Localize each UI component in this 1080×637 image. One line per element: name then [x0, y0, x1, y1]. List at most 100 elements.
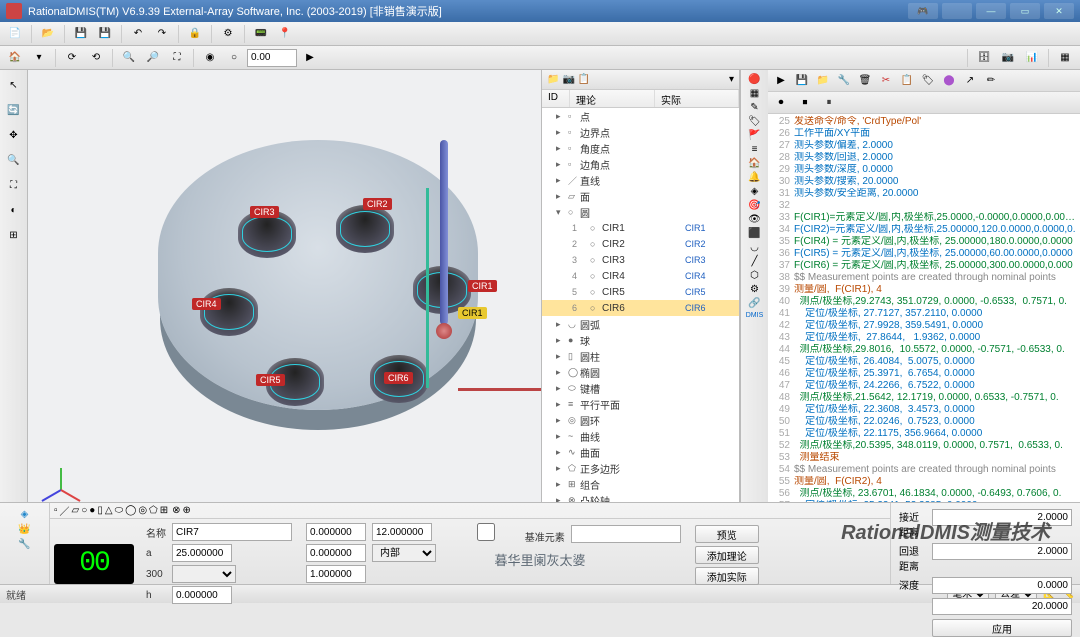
sp-icon[interactable]: ●: [89, 505, 95, 516]
code-line[interactable]: 35F(CIR4) = 元素定义/圆,内,极坐标, 25.00000,180.0…: [770, 236, 1078, 248]
inner-select[interactable]: 内部: [372, 544, 436, 562]
stop-icon[interactable]: ⏹: [796, 94, 814, 112]
code-line[interactable]: 48 测点/极坐标,21.5642, 12.1719, 0.0000, 0.65…: [770, 392, 1078, 404]
code-line[interactable]: 40 测点/极坐标,29.2743, 351.0729, 0.0000, -0.…: [770, 296, 1078, 308]
name-input[interactable]: [172, 523, 292, 541]
tree-item[interactable]: ▸≡平行平面: [542, 396, 739, 412]
probe-icon[interactable]: 📍: [274, 24, 296, 44]
save2-icon[interactable]: 💾: [793, 72, 811, 90]
z2-input[interactable]: [306, 544, 366, 562]
code-line[interactable]: 47 定位/极坐标, 24.2266, 6.7522, 0.0000: [770, 380, 1078, 392]
tree-item[interactable]: ▸▱面: [542, 188, 739, 204]
pl-icon[interactable]: ▱: [72, 505, 80, 516]
retract-input[interactable]: [932, 543, 1072, 560]
cube2-icon[interactable]: ◈: [21, 509, 29, 520]
dropdown-icon[interactable]: ▾: [28, 48, 50, 68]
rec-icon[interactable]: ⏺: [772, 94, 790, 112]
home2-icon[interactable]: 🏠: [748, 158, 760, 169]
maximize-button[interactable]: ▭: [1010, 3, 1040, 19]
tree-item[interactable]: ▸▫边界点: [542, 124, 739, 140]
tree-body[interactable]: ▸▫点▸▫边界点▸▫角度点▸▫边角点▸／直线▸▱面▾○圆1○CIR1CIR12○…: [542, 108, 739, 502]
tree-child[interactable]: 6○CIR6CIR6: [542, 300, 739, 316]
code-line[interactable]: 37F(CIR6) = 元素定义/圆,内,极坐标, 25.00000,300.0…: [770, 260, 1078, 272]
open-icon[interactable]: 📂: [37, 24, 59, 44]
z3-input[interactable]: [306, 565, 366, 583]
link-icon[interactable]: 🔗: [748, 298, 760, 309]
pause-icon[interactable]: ⏸: [820, 94, 838, 112]
zoom-out-icon[interactable]: 🔎: [142, 48, 164, 68]
tree-item[interactable]: ▸◡圆弧: [542, 316, 739, 332]
window-icon[interactable]: ⛶: [3, 174, 25, 196]
code-line[interactable]: 46 定位/极坐标, 25.3971, 6.7654, 0.0000: [770, 368, 1078, 380]
tree-item[interactable]: ▸~曲线: [542, 428, 739, 444]
gp-icon[interactable]: ⊞: [160, 505, 168, 516]
code-line[interactable]: 55测量/圆, F(CIR2), 4: [770, 476, 1078, 488]
tree-item[interactable]: ▸◎圆环: [542, 412, 739, 428]
lock-icon[interactable]: 🔒: [184, 24, 206, 44]
code-line[interactable]: 25发送命令/命令, 'CrdType/Pol': [770, 116, 1078, 128]
wrench-icon[interactable]: 🔧: [18, 539, 30, 550]
tree-item[interactable]: ▸⬭键槽: [542, 380, 739, 396]
close-button[interactable]: ✕: [1044, 3, 1074, 19]
add-nominal-button[interactable]: 添加理论: [695, 546, 759, 564]
redo-icon[interactable]: ↷: [151, 24, 173, 44]
code-body[interactable]: 25发送命令/命令, 'CrdType/Pol'26工作平面/XY平面27测头参…: [768, 114, 1080, 502]
tree-item[interactable]: ▸／直线: [542, 172, 739, 188]
tree-item[interactable]: ▸⊞组合: [542, 476, 739, 492]
code-line[interactable]: 29测头参数/深度, 0.0000: [770, 164, 1078, 176]
code-line[interactable]: 44 测点/极坐标,29.8016, 10.5572, 0.0000, -0.7…: [770, 344, 1078, 356]
code-line[interactable]: 34F(CIR2)=元素定义/圆,内,极坐标,25.00000,120.0.00…: [770, 224, 1078, 236]
ln-icon[interactable]: ／: [60, 503, 70, 518]
tree-item[interactable]: ▸▫角度点: [542, 140, 739, 156]
code-line[interactable]: 52 测点/极坐标,20.5395, 348.0119, 0.0000, 0.7…: [770, 440, 1078, 452]
line-icon[interactable]: ╱: [751, 256, 757, 267]
fit-icon[interactable]: ⛶: [166, 48, 188, 68]
flag-icon[interactable]: 🚩: [748, 130, 760, 141]
layer-icon[interactable]: ▦: [1054, 48, 1076, 68]
x1-icon[interactable]: ⊗: [172, 505, 180, 516]
preview-button[interactable]: 预览: [695, 525, 759, 543]
tree-item[interactable]: ▸▫点: [542, 108, 739, 124]
view-icon[interactable]: 👁: [748, 214, 761, 225]
tree-item[interactable]: ▸∿曲面: [542, 444, 739, 460]
circle-icon[interactable]: ○: [223, 48, 245, 68]
to-icon[interactable]: ◎: [138, 505, 147, 516]
tree-child[interactable]: 3○CIR3CIR3: [542, 252, 739, 268]
origin-icon[interactable]: ◉: [199, 48, 221, 68]
rg-icon[interactable]: ⬠: [149, 505, 158, 516]
grid-icon[interactable]: ▦: [750, 88, 759, 99]
paste-icon[interactable]: 📋: [578, 74, 590, 85]
copy2-icon[interactable]: 📋: [898, 72, 916, 90]
tree-child[interactable]: 1○CIR1CIR1: [542, 220, 739, 236]
crown-icon[interactable]: 👑: [18, 524, 30, 535]
folder2-icon[interactable]: 📁: [814, 72, 832, 90]
code-line[interactable]: 30测头参数/搜索, 20.0000: [770, 176, 1078, 188]
cy-icon[interactable]: ▯: [97, 505, 103, 516]
tree-item[interactable]: ▸▫边角点: [542, 156, 739, 172]
tree-item[interactable]: ▾○圆: [542, 204, 739, 220]
dmis-icon[interactable]: DMIS: [746, 312, 764, 319]
code-line[interactable]: 39测量/圆, F(CIR1), 4: [770, 284, 1078, 296]
code-line[interactable]: 41 定位/极坐标, 27.7127, 357.2110, 0.0000: [770, 308, 1078, 320]
zoom-in-icon[interactable]: 🔍: [118, 48, 140, 68]
co-icon[interactable]: △: [105, 505, 113, 516]
code-line[interactable]: 50 定位/极坐标, 22.0246, 0.7523, 0.0000: [770, 416, 1078, 428]
saveas-icon[interactable]: 💾: [94, 24, 116, 44]
minimize-button[interactable]: —: [976, 3, 1006, 19]
cut-icon[interactable]: ✂: [877, 72, 895, 90]
code-line[interactable]: 51 定位/极坐标, 22.1175, 356.9664, 0.0000: [770, 428, 1078, 440]
pen-icon[interactable]: ✎: [750, 102, 758, 113]
safe-input[interactable]: [932, 598, 1072, 615]
a-input[interactable]: [172, 544, 232, 562]
code-line[interactable]: 56 测点/极坐标, 23.6701, 46.1834, 0.0000, -0.…: [770, 488, 1078, 500]
code-line[interactable]: 32: [770, 200, 1078, 212]
go-icon[interactable]: ▶: [299, 48, 321, 68]
settings-icon[interactable]: ⚙: [217, 24, 239, 44]
block-icon[interactable]: ⬛: [748, 228, 760, 239]
apply-button[interactable]: 应用: [932, 619, 1072, 637]
tree-child[interactable]: 5○CIR5CIR5: [542, 284, 739, 300]
value-input[interactable]: [247, 49, 297, 67]
rotate-icon[interactable]: 🔄: [3, 99, 25, 121]
shade-icon[interactable]: ◐: [3, 199, 25, 221]
bell-icon[interactable]: 🔔: [748, 172, 760, 183]
